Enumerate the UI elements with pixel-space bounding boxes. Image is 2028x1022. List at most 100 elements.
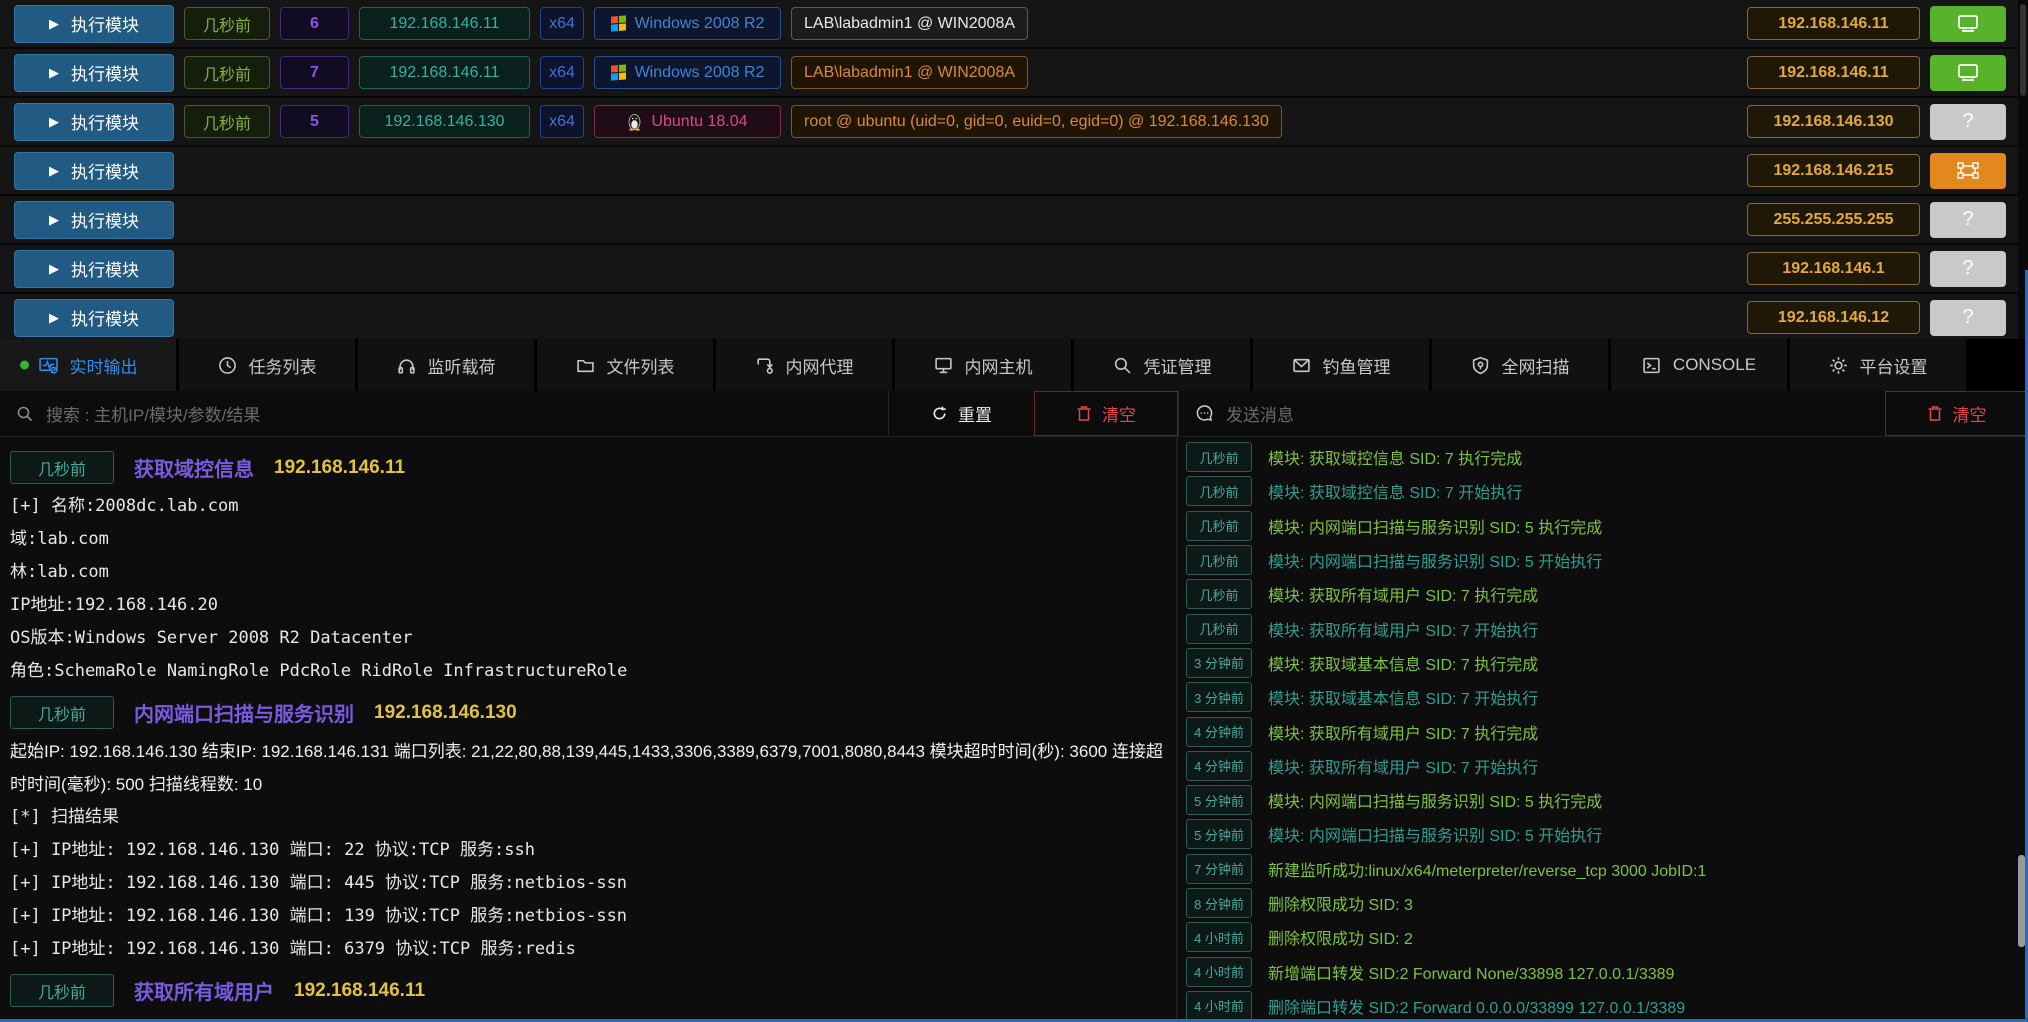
host-ip-badge[interactable]: 192.168.146.215 — [1747, 154, 1920, 187]
host-ip-badge[interactable]: 192.168.146.1 — [1747, 252, 1920, 285]
notification-text: 模块: 获取域控信息 SID: 7 执行完成 — [1268, 445, 1522, 469]
notification-text: 模块: 获取所有域用户 SID: 7 执行完成 — [1268, 582, 1538, 606]
session-arch-badge: x64 — [540, 7, 584, 40]
tab-console[interactable]: CONSOLE — [1611, 339, 1787, 391]
notification-row: 5 分钟前 模块: 内网端口扫描与服务识别 SID: 5 执行完成 — [1178, 783, 2028, 817]
tab-task-list[interactable]: 任务列表 — [179, 339, 355, 391]
notification-row: 几秒前 模块: 获取所有域用户 SID: 7 开始执行 — [1178, 611, 2028, 645]
notification-text: 模块: 获取域控信息 SID: 7 开始执行 — [1268, 479, 1522, 503]
network-device-icon — [1957, 162, 1979, 179]
session-row: ▶ 执行模块 — [0, 294, 2028, 339]
host-ip-badge[interactable]: 192.168.146.11 — [1747, 7, 1920, 40]
tab-realtime-output[interactable]: 实时输出 — [0, 339, 176, 391]
log-time-badge: 几秒前 — [10, 451, 114, 484]
tab-credential-manage[interactable]: 凭证管理 — [1074, 339, 1250, 391]
log-entry-header: 几秒前 内网端口扫描与服务识别 192.168.146.130 — [10, 696, 1166, 729]
search-input[interactable]: 搜索 : 主机IP/模块/参数/结果 — [0, 391, 888, 436]
notification-text: 模块: 获取域基本信息 SID: 7 开始执行 — [1268, 685, 1538, 709]
notification-row: 几秒前 模块: 获取所有域用户 SID: 7 执行完成 — [1178, 577, 2028, 611]
task-list-icon — [218, 356, 237, 375]
notification-time-badge: 几秒前 — [1186, 511, 1252, 541]
play-icon: ▶ — [49, 310, 59, 326]
tab-label: 内网代理 — [786, 353, 854, 378]
run-module-button[interactable]: ▶ 执行模块 — [14, 201, 174, 239]
proxy-route-icon — [755, 356, 774, 375]
log-entry-header: 几秒前 获取域控信息 192.168.146.11 — [10, 451, 1166, 484]
tab-file-list[interactable]: 文件列表 — [537, 339, 713, 391]
chat-bubble-icon — [1195, 404, 1214, 423]
session-user-badge: root @ ubuntu (uid=0, gid=0, euid=0, egi… — [791, 105, 1282, 138]
host-ip-badge[interactable]: 192.168.146.130 — [1747, 105, 1920, 138]
log-line: [+] 名称:2008dc.lab.com — [0, 490, 1176, 523]
run-module-button[interactable]: ▶ 执行模块 — [14, 299, 174, 337]
session-badges: 几秒前 5 192.168.146.130 x64 — [184, 105, 1282, 138]
host-status-button[interactable]: ? — [1930, 55, 2006, 91]
clear-messages-button[interactable]: 清空 — [1885, 391, 2028, 436]
log-line: 域:lab.com — [0, 523, 1176, 556]
host-ip-badge[interactable]: 255.255.255.255 — [1747, 203, 1920, 236]
tab-listener-payload[interactable]: 监听载荷 — [358, 339, 534, 391]
notification-text: 删除权限成功 SID: 3 — [1268, 891, 1413, 915]
notification-row: 3 分钟前 模块: 获取域基本信息 SID: 7 执行完成 — [1178, 646, 2028, 680]
tab-label: 实时输出 — [70, 353, 138, 378]
session-row: ▶ 执行模块 几秒前 7 192.168.146.11 x64 — [0, 49, 2028, 98]
log-params-line: 起始IP: 192.168.146.130 结束IP: 192.168.146.… — [0, 735, 1176, 801]
notification-row: 4 分钟前 模块: 获取所有域用户 SID: 7 开始执行 — [1178, 749, 2028, 783]
notifications-scrollbar[interactable] — [2018, 855, 2025, 947]
clear-output-button[interactable]: 清空 — [1034, 391, 1178, 436]
host-status-button[interactable]: ? — [1930, 104, 2006, 140]
envelope-icon — [1292, 356, 1311, 375]
log-line: [*] 扫描结果 — [0, 801, 1176, 834]
host-status-button[interactable]: ? — [1930, 6, 2006, 42]
reset-button[interactable]: 重置 — [888, 391, 1034, 436]
tab-platform-settings[interactable]: 平台设置 — [1790, 339, 1966, 391]
tab-label: 平台设置 — [1860, 353, 1928, 378]
play-icon: ▶ — [49, 261, 59, 277]
folder-icon — [576, 356, 595, 375]
host-status-button[interactable]: ? — [1930, 251, 2006, 287]
notification-time-badge: 5 分钟前 — [1186, 785, 1252, 815]
run-module-label: 执行模块 — [71, 11, 139, 36]
play-icon: ▶ — [49, 65, 59, 81]
send-message-placeholder: 发送消息 — [1226, 401, 1294, 426]
tab-label: 内网主机 — [965, 353, 1033, 378]
host-status-button[interactable]: ? — [1930, 153, 2006, 189]
unknown-status-icon: ? — [1962, 306, 1973, 329]
notification-row: 几秒前 模块: 内网端口扫描与服务识别 SID: 5 开始执行 — [1178, 543, 2028, 577]
computer-online-icon — [1956, 63, 1980, 82]
run-module-button[interactable]: ▶ 执行模块 — [14, 103, 174, 141]
log-module-name: 内网端口扫描与服务识别 — [134, 698, 354, 727]
tab-intranet-proxy[interactable]: 内网代理 — [716, 339, 892, 391]
host-status-button[interactable]: ? — [1930, 202, 2006, 238]
notification-time-badge: 几秒前 — [1186, 614, 1252, 644]
log-line: OS版本:Windows Server 2008 R2 Datacenter — [0, 622, 1176, 655]
credential-search-icon — [1113, 356, 1132, 375]
run-module-button[interactable]: ▶ 执行模块 — [14, 54, 174, 92]
session-os-badge: Windows 2008 R2 — [594, 7, 781, 40]
play-icon: ▶ — [49, 212, 59, 228]
session-row: ▶ 执行模块 — [0, 245, 2028, 294]
run-module-button[interactable]: ▶ 执行模块 — [14, 5, 174, 43]
log-time-badge: 几秒前 — [10, 696, 114, 729]
tab-intranet-hosts[interactable]: 内网主机 — [895, 339, 1071, 391]
host-status-button[interactable]: ? — [1930, 300, 2006, 336]
notification-text: 新建监听成功:linux/x64/meterpreter/reverse_tcp… — [1268, 857, 1706, 881]
notification-text: 模块: 获取域基本信息 SID: 7 执行完成 — [1268, 651, 1538, 675]
toolbar: 搜索 : 主机IP/模块/参数/结果 重置 清空 发送消息 清空 — [0, 391, 2028, 437]
host-ip-badge[interactable]: 192.168.146.11 — [1747, 56, 1920, 89]
notification-row: 3 分钟前 模块: 获取域基本信息 SID: 7 开始执行 — [1178, 680, 2028, 714]
run-module-button[interactable]: ▶ 执行模块 — [14, 250, 174, 288]
session-ip-badge: 192.168.146.11 — [359, 7, 530, 40]
run-module-button[interactable]: ▶ 执行模块 — [14, 152, 174, 190]
tab-phishing-manage[interactable]: 钓鱼管理 — [1253, 339, 1429, 391]
notification-time-badge: 4 小时前 — [1186, 957, 1252, 987]
log-module-name: 获取域控信息 — [134, 453, 254, 482]
search-placeholder: 搜索 : 主机IP/模块/参数/结果 — [46, 401, 260, 426]
notification-time-badge: 4 小时前 — [1186, 922, 1252, 952]
host-ip-badge[interactable]: 192.168.146.12 — [1747, 301, 1920, 334]
notification-row: 5 分钟前 模块: 内网端口扫描与服务识别 SID: 5 开始执行 — [1178, 817, 2028, 851]
log-line: [+] IP地址: 192.168.146.130 端口: 445 协议:TCP… — [0, 867, 1176, 900]
notification-time-badge: 7 分钟前 — [1186, 854, 1252, 884]
send-message-input[interactable]: 发送消息 — [1178, 391, 1885, 436]
tab-network-scan[interactable]: 全网扫描 — [1432, 339, 1608, 391]
